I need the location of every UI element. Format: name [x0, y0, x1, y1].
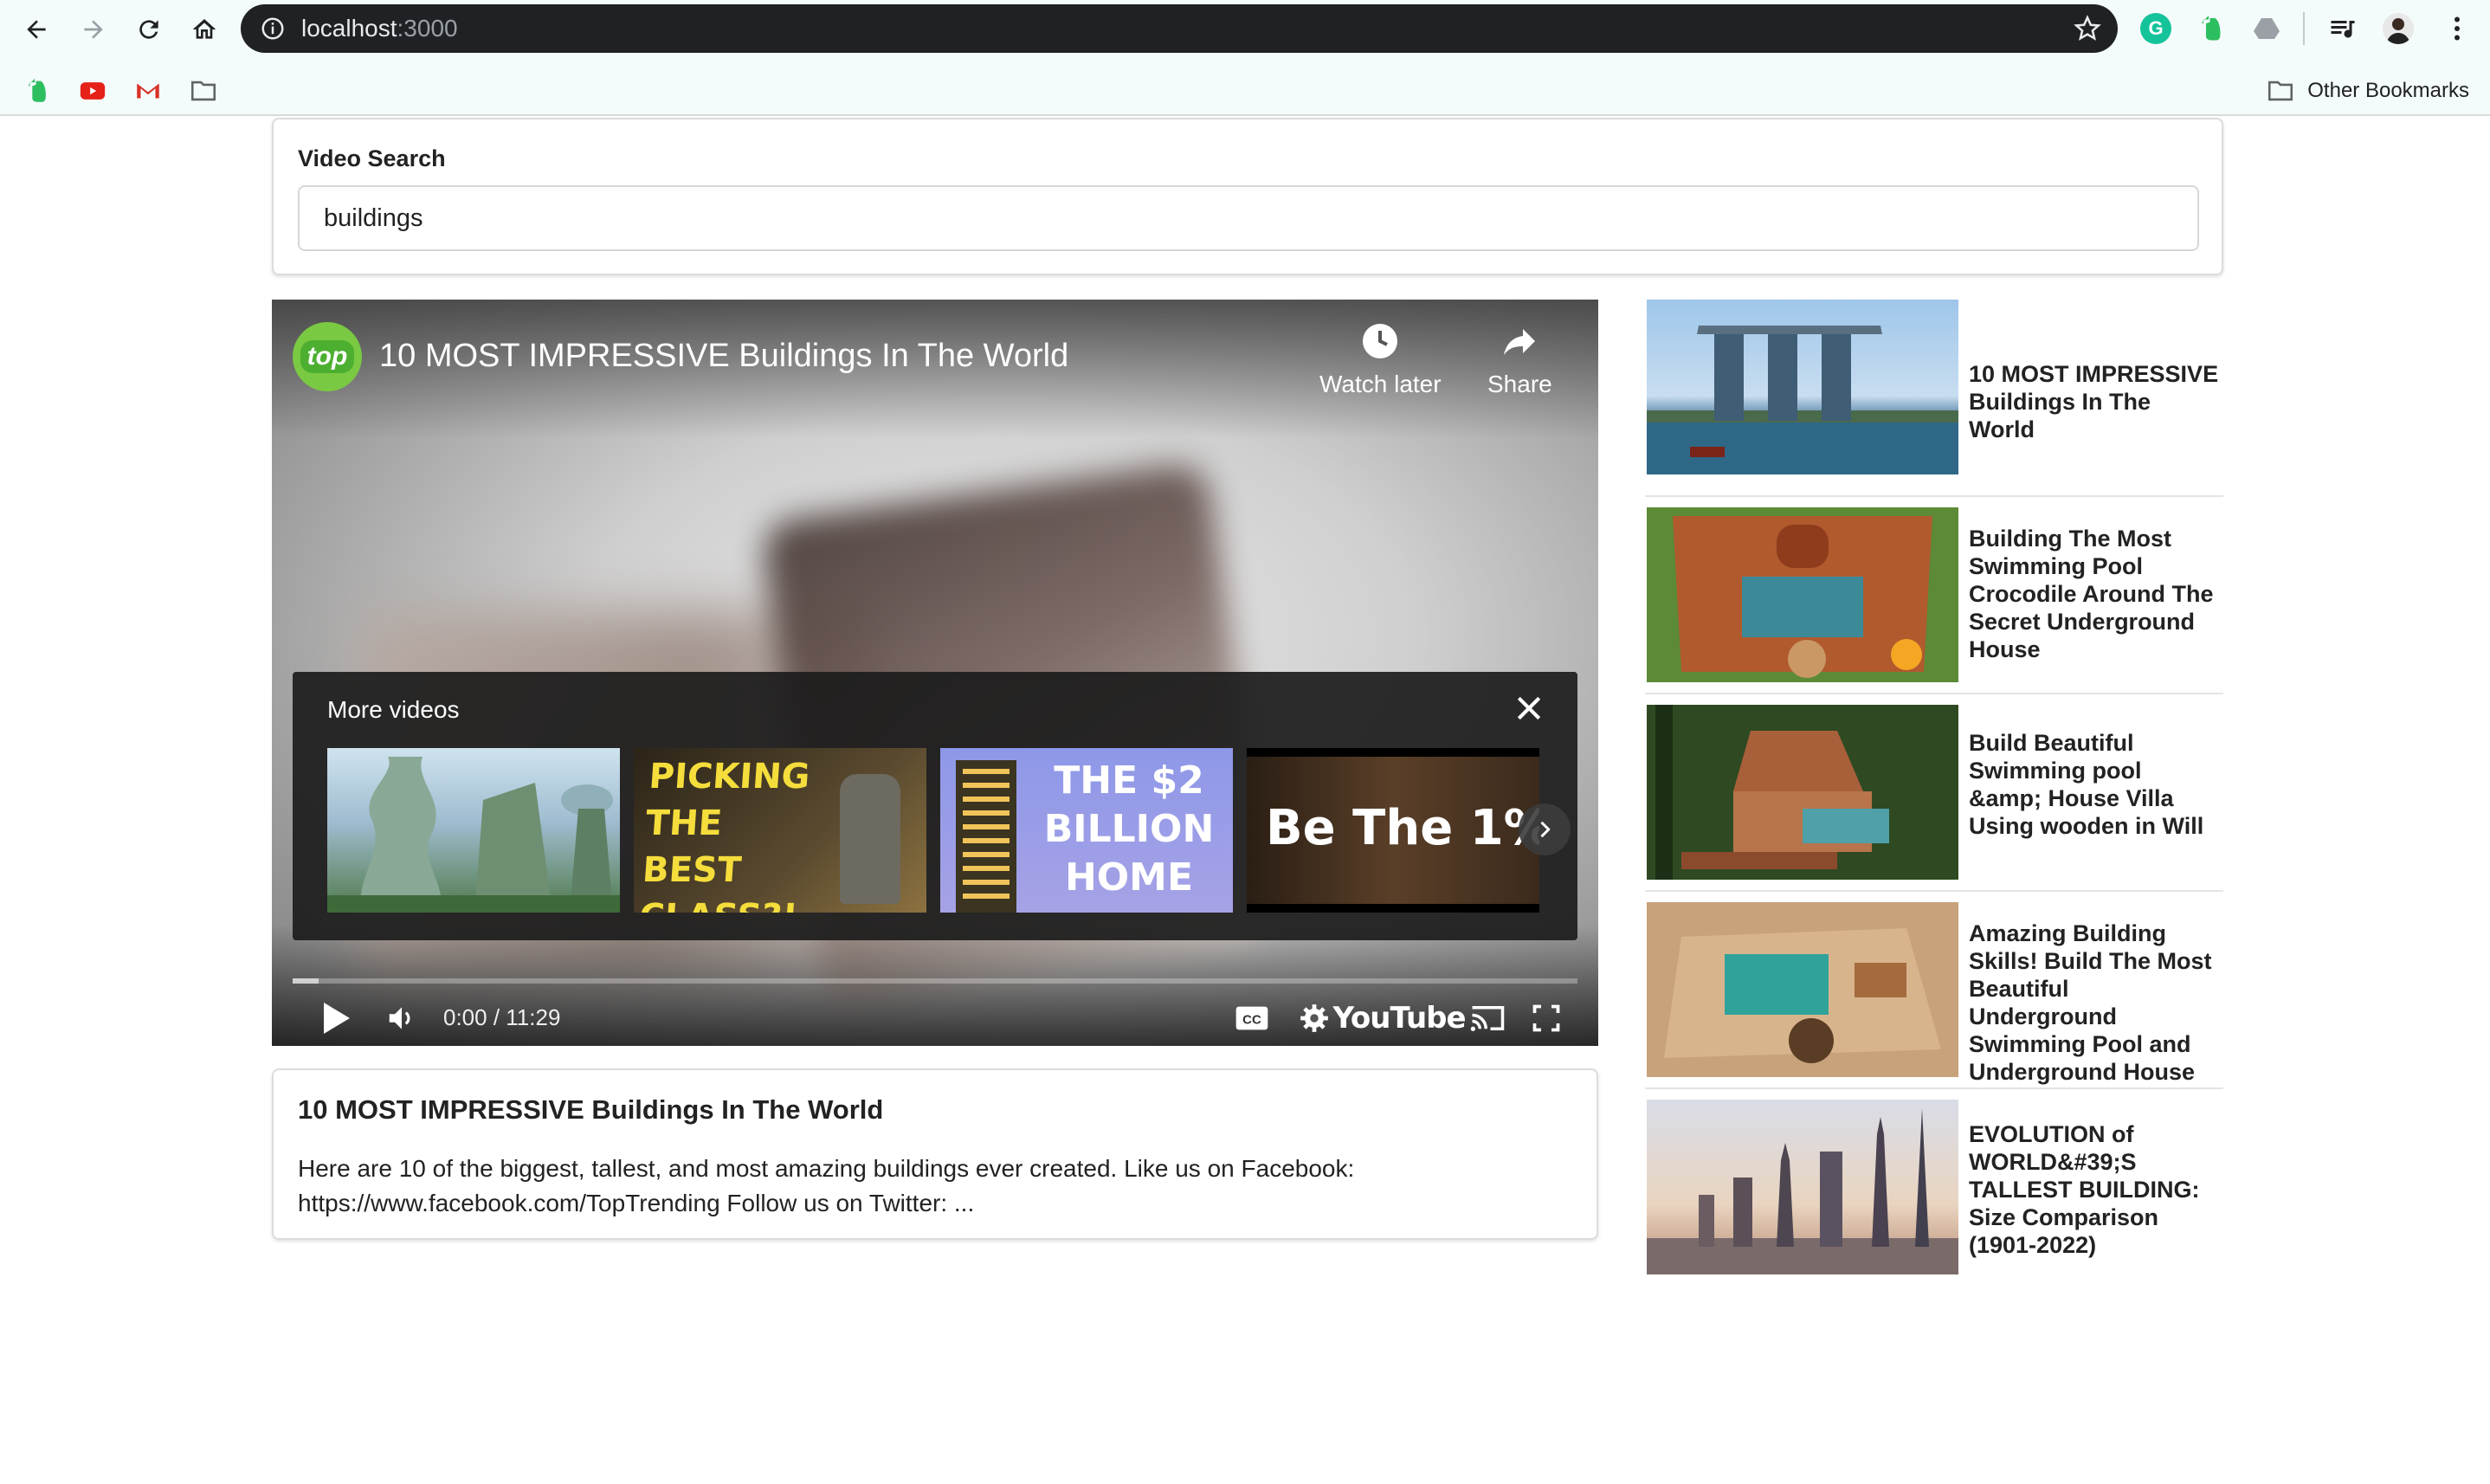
other-bookmarks[interactable]: Other Bookmarks: [2266, 76, 2469, 106]
cast-button[interactable]: [1460, 992, 1515, 1044]
more-videos-title: More videos: [327, 696, 460, 723]
progress-bar[interactable]: [293, 978, 1577, 984]
gmail-bookmark-icon[interactable]: [133, 76, 163, 106]
fullscreen-icon: [1532, 1004, 1560, 1032]
more-video-thumb[interactable]: PICKING THE BEST CLASS?!: [634, 748, 926, 913]
fullscreen-button[interactable]: [1519, 992, 1574, 1044]
skyscrapers-image: [1647, 1108, 1958, 1274]
video-thumbnail: [1647, 1100, 1958, 1274]
share-button[interactable]: Share: [1487, 320, 1552, 398]
channel-logo[interactable]: top: [293, 322, 362, 391]
volume-icon: [389, 1007, 410, 1029]
bookmarks-bar: Other Bookmarks: [0, 68, 2490, 116]
address-bar[interactable]: localhost:3000: [241, 4, 2118, 53]
profile-avatar-icon: [2386, 18, 2410, 44]
cc-icon: CC: [1235, 1006, 1268, 1030]
back-button[interactable]: [17, 10, 55, 48]
knight-figure: [840, 774, 900, 904]
video-thumbnail: [1647, 902, 1958, 1077]
progress-bar-fill: [293, 978, 319, 984]
forward-button[interactable]: [74, 10, 113, 48]
play-icon: [324, 1003, 350, 1034]
video-list: 10 MOST IMPRESSIVE Buildings In The Worl…: [1645, 300, 2223, 1287]
search-input[interactable]: [298, 185, 2199, 251]
video-list-title: Build Beautiful Swimming pool &amp; Hous…: [1969, 730, 2204, 839]
toolbar-divider: [2303, 12, 2305, 45]
video-detail-card: 10 MOST IMPRESSIVE Buildings In The Worl…: [272, 1068, 1598, 1240]
grammarly-icon[interactable]: G: [2140, 13, 2171, 44]
video-player[interactable]: top 10 MOST IMPRESSIVE Buildings In The …: [272, 300, 1598, 1046]
profile-avatar[interactable]: [2383, 13, 2414, 44]
reload-button[interactable]: [130, 10, 168, 48]
video-list-title: 10 MOST IMPRESSIVE Buildings In The Worl…: [1969, 361, 2219, 442]
bookmark-star-icon[interactable]: [2073, 14, 2102, 43]
more-menu-icon[interactable]: [2442, 13, 2473, 44]
captions-button[interactable]: CC: [1224, 992, 1280, 1044]
video-list-title: Amazing Building Skills! Build The Most …: [1969, 920, 2212, 1085]
other-bookmarks-label: Other Bookmarks: [2307, 79, 2469, 102]
youtube-bookmark-icon[interactable]: [78, 76, 107, 106]
drive-icon[interactable]: [2251, 13, 2282, 44]
video-list-item[interactable]: EVOLUTION of WORLD&#39;S TALLEST BUILDIN…: [1645, 1089, 2223, 1287]
more-video-thumb[interactable]: Be The 1%: [1247, 748, 1539, 913]
video-list-item[interactable]: Building The Most Swimming Pool Crocodil…: [1645, 497, 2223, 694]
youtube-logo-link[interactable]: YouTube: [1332, 992, 1466, 1044]
time-display: 0:00 / 11:29: [443, 1004, 561, 1030]
watch-later-button[interactable]: Watch later: [1319, 320, 1442, 398]
browser-chrome: localhost:3000 G Other Bookmarks: [0, 0, 2490, 116]
evernote-bookmark-icon[interactable]: [23, 76, 52, 106]
underground-pool-image: [1647, 902, 1958, 1077]
brick-villa-image: [1647, 705, 1958, 880]
video-list-title: EVOLUTION of WORLD&#39;S TALLEST BUILDIN…: [1969, 1121, 2200, 1258]
video-detail-description: Here are 10 of the biggest, tallest, and…: [298, 1155, 1355, 1216]
next-videos-button[interactable]: [1519, 803, 1571, 855]
svg-text:CC: CC: [1242, 1013, 1261, 1028]
more-video-thumb[interactable]: [327, 748, 620, 913]
gear-icon: [1300, 1004, 1328, 1032]
home-icon: [192, 19, 216, 39]
tower-image: [956, 760, 1016, 913]
more-video-thumb-text: Be The 1%: [1266, 800, 1539, 856]
clock-icon: [1363, 324, 1398, 358]
more-videos-panel: More videos PICKING THE BEST CLASS?! THE…: [293, 672, 1577, 940]
mute-button[interactable]: [376, 992, 428, 1044]
cast-icon: [1470, 1006, 1505, 1031]
home-button[interactable]: [185, 10, 223, 48]
back-arrow-icon: [27, 20, 46, 39]
video-thumbnail: [1647, 300, 1958, 474]
more-video-thumb[interactable]: THE $2 BILLION HOME: [940, 748, 1233, 913]
folder-bookmark-icon[interactable]: [189, 76, 218, 106]
more-video-thumb-text: PICKING THE BEST CLASS?!: [638, 757, 812, 913]
evernote-icon[interactable]: [2196, 13, 2227, 44]
media-queue-icon[interactable]: [2327, 13, 2358, 44]
reload-icon: [139, 20, 158, 39]
share-icon: [1504, 329, 1536, 355]
close-icon[interactable]: [1512, 691, 1546, 726]
url-text: localhost:3000: [301, 15, 458, 42]
video-list-item[interactable]: 10 MOST IMPRESSIVE Buildings In The Worl…: [1645, 300, 2223, 497]
search-label: Video Search: [298, 145, 446, 171]
chevron-right-icon: [1540, 821, 1551, 838]
more-video-thumb-text: THE $2 BILLION HOME: [1043, 758, 1215, 900]
folder-icon: [2268, 81, 2293, 101]
youtube-logo: YouTube: [1332, 1001, 1466, 1036]
player-video-title[interactable]: 10 MOST IMPRESSIVE Buildings In The Worl…: [379, 338, 1068, 375]
pool-build-image: [1647, 507, 1958, 682]
play-button[interactable]: [310, 992, 362, 1044]
video-list-item[interactable]: Build Beautiful Swimming pool &amp; Hous…: [1645, 694, 2223, 892]
video-thumbnail: [1647, 507, 1958, 682]
forward-arrow-icon: [84, 20, 103, 39]
video-thumbnail: [1647, 705, 1958, 880]
marina-bay-sands-image: [1647, 326, 1958, 474]
twisted-tower-image: [327, 757, 620, 913]
video-list-title: Building The Most Swimming Pool Crocodil…: [1969, 526, 2214, 662]
video-list-item[interactable]: Amazing Building Skills! Build The Most …: [1645, 892, 2223, 1089]
video-detail-title: 10 MOST IMPRESSIVE Buildings In The Worl…: [298, 1094, 884, 1125]
search-card: Video Search: [272, 118, 2223, 275]
info-icon[interactable]: [260, 16, 286, 42]
